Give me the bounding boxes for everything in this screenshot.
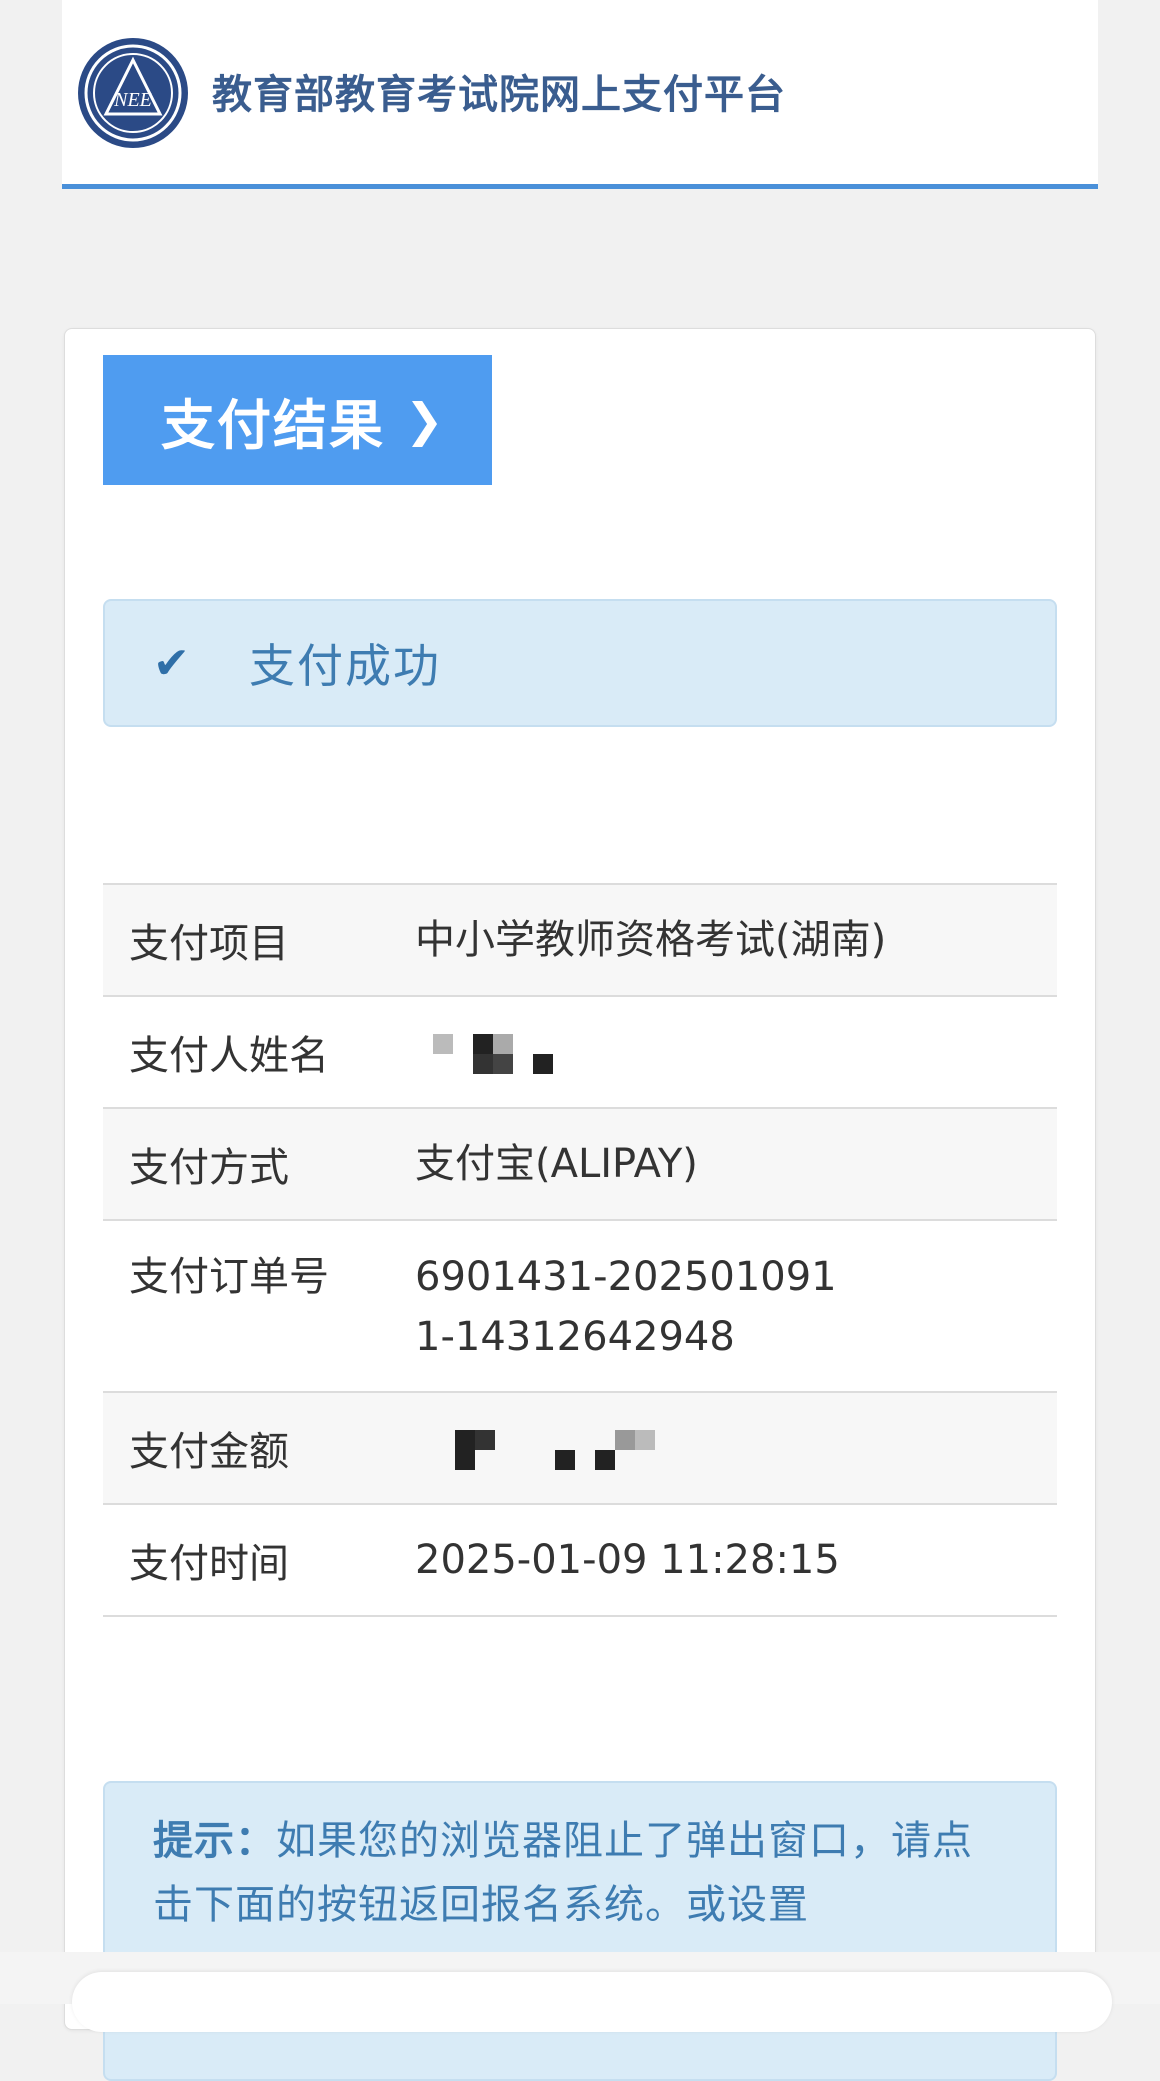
table-row: 支付方式 支付宝(ALIPAY) bbox=[103, 1109, 1057, 1221]
table-row: 支付人姓名 bbox=[103, 997, 1057, 1109]
row-label: 支付方式 bbox=[129, 1145, 289, 1191]
payment-result-button[interactable]: 支付结果 ❯ bbox=[103, 355, 492, 485]
row-label: 支付人姓名 bbox=[129, 1033, 329, 1079]
row-label: 支付项目 bbox=[129, 921, 289, 967]
row-value: 支付宝(ALIPAY) bbox=[415, 1141, 698, 1187]
nee-logo-icon: NEE bbox=[78, 38, 188, 148]
site-header: NEE 教育部教育考试院网上支付平台 bbox=[62, 0, 1098, 189]
tip-text: 如果您的浏览器阻止了弹出窗口，请点击下面的按钮返回报名系统。或设置 bbox=[153, 1818, 973, 1928]
success-alert: ✔ 支付成功 bbox=[103, 599, 1057, 727]
table-row: 支付项目 中小学教师资格考试(湖南) bbox=[103, 885, 1057, 997]
browser-address-pill[interactable] bbox=[72, 1972, 1112, 2032]
payment-details-table: 支付项目 中小学教师资格考试(湖南) 支付人姓名 支付方式 支付宝(ALIPAY… bbox=[103, 883, 1057, 1617]
payment-result-label: 支付结果 bbox=[161, 393, 385, 457]
row-value: 6901431-2025010911-14312642948 bbox=[415, 1254, 837, 1360]
chevron-right-icon: ❯ bbox=[405, 393, 446, 447]
table-row: 支付时间 2025-01-09 11:28:15 bbox=[103, 1505, 1057, 1617]
payment-result-card: 支付结果 ❯ ✔ 支付成功 支付项目 中小学教师资格考试(湖南) 支付人姓名 支… bbox=[64, 328, 1096, 2081]
table-row: 支付金额 bbox=[103, 1393, 1057, 1505]
row-label: 支付时间 bbox=[129, 1541, 289, 1587]
row-value: 中小学教师资格考试(湖南) bbox=[415, 917, 887, 963]
payer-name-redacted bbox=[415, 1022, 1057, 1082]
site-title: 教育部教育考试院网上支付平台 bbox=[212, 72, 786, 118]
success-message: 支付成功 bbox=[249, 639, 441, 693]
row-label: 支付金额 bbox=[129, 1429, 289, 1475]
row-label: 支付订单号 bbox=[129, 1254, 329, 1300]
payment-amount-redacted bbox=[415, 1418, 1057, 1478]
checkmark-icon: ✔ bbox=[153, 637, 190, 689]
tip-alert: 提示：如果您的浏览器阻止了弹出窗口，请点击下面的按钮返回报名系统。或设置 bbox=[103, 1781, 1057, 2081]
row-value: 2025-01-09 11:28:15 bbox=[415, 1537, 840, 1583]
table-row: 支付订单号 6901431-2025010911-14312642948 bbox=[103, 1221, 1057, 1393]
svg-text:NEE: NEE bbox=[113, 89, 152, 111]
tip-label: 提示： bbox=[153, 1818, 276, 1864]
